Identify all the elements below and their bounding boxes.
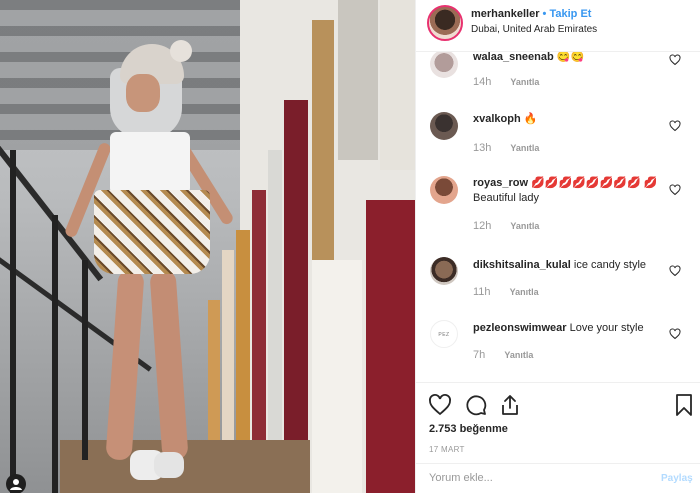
user-avatar-icon[interactable] — [430, 112, 458, 140]
shelf-panel — [284, 100, 308, 440]
comment-text: 🔥 — [523, 113, 538, 125]
owner-avatar[interactable] — [427, 5, 463, 41]
comment-item: royas_row 💋💋💋💋💋💋💋💋 💋 Beautiful lady 12h … — [416, 174, 700, 240]
shelf-panel — [380, 0, 415, 170]
model-figure — [63, 40, 235, 490]
comment-item: dikshitsalina_kulal ice candy style 11h … — [416, 255, 700, 315]
heart-icon[interactable] — [669, 328, 681, 340]
reply-button[interactable]: Yanıtla — [510, 287, 539, 297]
location-link[interactable]: Dubai, United Arab Emirates — [471, 24, 597, 35]
follow-button[interactable]: Takip Et — [549, 8, 591, 20]
railing-post — [52, 215, 58, 493]
comment-icon[interactable] — [464, 393, 488, 417]
comment-text: 😋😋 — [556, 52, 585, 63]
reply-button[interactable]: Yanıtla — [510, 143, 539, 153]
railing-post — [10, 150, 16, 493]
comment-username[interactable]: pezleonswimwear — [473, 322, 567, 334]
shelf-panel — [236, 230, 250, 470]
heart-icon[interactable] — [428, 393, 452, 417]
comment-username[interactable]: dikshitsalina_kulal — [473, 259, 571, 271]
reply-button[interactable]: Yanıtla — [504, 350, 533, 360]
shelf-panel — [338, 0, 378, 160]
heart-icon[interactable] — [669, 54, 681, 66]
owner-username[interactable]: merhankeller — [471, 8, 539, 20]
leg — [105, 269, 145, 461]
likes-count[interactable]: 2.753 beğenme — [429, 423, 508, 435]
comment-username[interactable]: xvalkoph — [473, 113, 521, 125]
comments-list[interactable]: walaa_sneenab 😋😋 14h Yanıtla xvalkoph 🔥 … — [416, 52, 700, 382]
reply-button[interactable]: Yanıtla — [510, 77, 539, 87]
post-header: merhankeller • Takip Et Dubai, United Ar… — [416, 0, 700, 52]
user-avatar-icon[interactable] — [430, 52, 458, 78]
comment-text: Love your style — [569, 322, 644, 334]
heart-icon[interactable] — [669, 184, 681, 196]
share-icon[interactable] — [498, 393, 522, 417]
reply-button[interactable]: Yanıtla — [510, 221, 539, 231]
shelf-panel — [312, 260, 362, 493]
post-sidebar: merhankeller • Takip Et Dubai, United Ar… — [415, 0, 700, 493]
comment-text: ice candy style — [573, 259, 647, 271]
comment-time[interactable]: 7h — [473, 349, 485, 361]
shelf-panel — [366, 200, 415, 493]
comment-input[interactable] — [429, 472, 629, 484]
hat-pompom — [170, 40, 192, 62]
user-avatar-icon[interactable] — [430, 257, 458, 285]
post-actions: 2.753 beğenme 17 MART — [416, 382, 700, 460]
post-date: 17 MART — [429, 445, 465, 454]
shelf-panel — [222, 250, 234, 470]
comment-item: xvalkoph 🔥 13h Yanıtla — [416, 110, 700, 170]
comment-time[interactable]: 13h — [473, 142, 491, 154]
comment-time[interactable]: 14h — [473, 76, 491, 88]
comment-item: PEZ LEON pezleonswimwear Love your style… — [416, 318, 700, 380]
shelf-panel — [252, 190, 266, 480]
shelf-panel — [312, 20, 334, 260]
separator-dot: • — [542, 8, 547, 20]
heart-icon[interactable] — [669, 120, 681, 132]
bookmark-icon[interactable] — [672, 393, 696, 417]
comment-username[interactable]: walaa_sneenab — [473, 52, 554, 63]
comment-time[interactable]: 11h — [473, 286, 491, 298]
shelf-panel — [268, 150, 282, 460]
add-comment-bar: Paylaş — [416, 463, 700, 493]
heart-icon[interactable] — [669, 265, 681, 277]
post-photo[interactable] — [0, 0, 415, 493]
post-comment-button[interactable]: Paylaş — [661, 473, 693, 484]
comment-item: walaa_sneenab 😋😋 14h Yanıtla — [416, 52, 700, 106]
user-tag-icon[interactable] — [6, 474, 26, 493]
user-avatar-icon[interactable] — [430, 176, 458, 204]
sneaker — [154, 452, 184, 478]
comment-time[interactable]: 12h — [473, 220, 491, 232]
white-top — [110, 132, 190, 194]
brand-logo-icon[interactable]: PEZ LEON — [430, 320, 458, 348]
patterned-shorts — [94, 190, 210, 274]
comment-username[interactable]: royas_row — [473, 177, 528, 189]
face — [126, 74, 160, 112]
leg — [149, 269, 189, 461]
